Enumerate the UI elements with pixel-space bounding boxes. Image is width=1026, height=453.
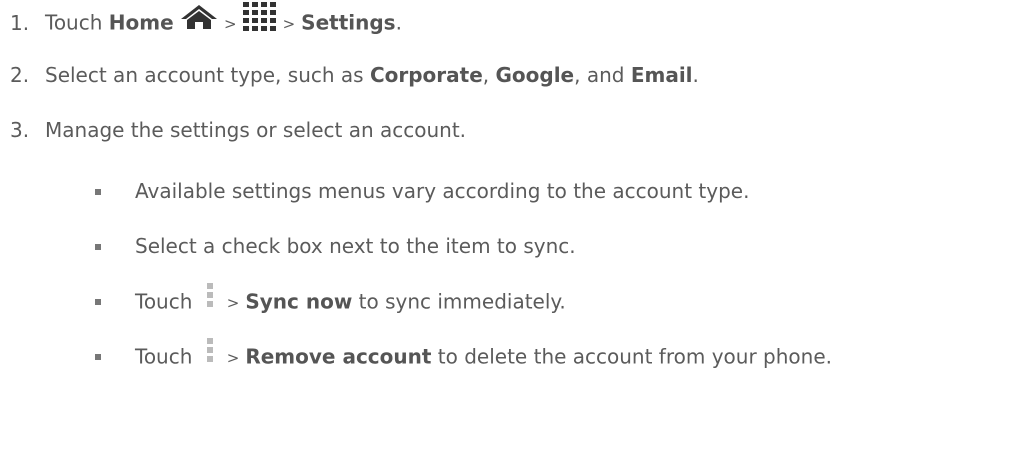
menu-icon	[206, 283, 215, 317]
separator: >	[224, 14, 237, 33]
bullet-text: Select a check box next to the item to s…	[135, 234, 576, 258]
step-number: 1.	[10, 10, 30, 35]
period: .	[395, 10, 402, 35]
bullet-text: to delete the account from your phone.	[431, 344, 832, 369]
sync-now-label: Sync now	[245, 289, 353, 314]
apps-grid-icon	[242, 2, 277, 40]
period: .	[692, 63, 699, 87]
step-number: 3.	[10, 118, 30, 142]
comma: ,	[482, 63, 496, 87]
bullet-text: to sync immediately.	[352, 289, 566, 314]
bullet-item: Touch > Sync now to sync immediately.	[135, 283, 566, 320]
step-2: 2. Select an account type, such as Corpor…	[10, 60, 699, 90]
and-text: , and	[574, 63, 631, 87]
step-1: 1. Touch Home > > Settings.	[10, 2, 402, 43]
bullet-marker	[95, 299, 101, 305]
google-label: Google	[495, 63, 575, 87]
bullet-text: Touch	[135, 344, 199, 369]
email-label: Email	[630, 63, 693, 87]
step-number: 2.	[10, 63, 30, 87]
separator: >	[226, 293, 240, 312]
menu-icon	[206, 338, 215, 372]
home-label: Home	[108, 10, 174, 35]
corporate-label: Corporate	[369, 63, 483, 87]
separator: >	[282, 14, 296, 33]
step-3: 3. Manage the settings or select an accou…	[10, 115, 466, 145]
bullet-item: Select a check box next to the item to s…	[135, 231, 576, 261]
home-icon	[180, 4, 218, 38]
bullet-text: Available settings menus vary according …	[135, 179, 750, 203]
bullet-item: Touch > Remove account to delete the acco…	[135, 338, 832, 375]
bullet-item: Available settings menus vary according …	[135, 176, 749, 206]
step-text: Manage the settings or select an account…	[45, 118, 467, 142]
bullet-marker	[95, 189, 101, 195]
bullet-marker	[95, 354, 101, 360]
bullet-text: Touch	[135, 289, 199, 314]
step-text: Touch	[45, 10, 109, 35]
separator: >	[226, 348, 240, 367]
step-text: Select an account type, such as	[45, 63, 370, 87]
bullet-marker	[95, 244, 101, 250]
remove-account-label: Remove account	[245, 344, 432, 369]
settings-label: Settings	[301, 10, 396, 35]
